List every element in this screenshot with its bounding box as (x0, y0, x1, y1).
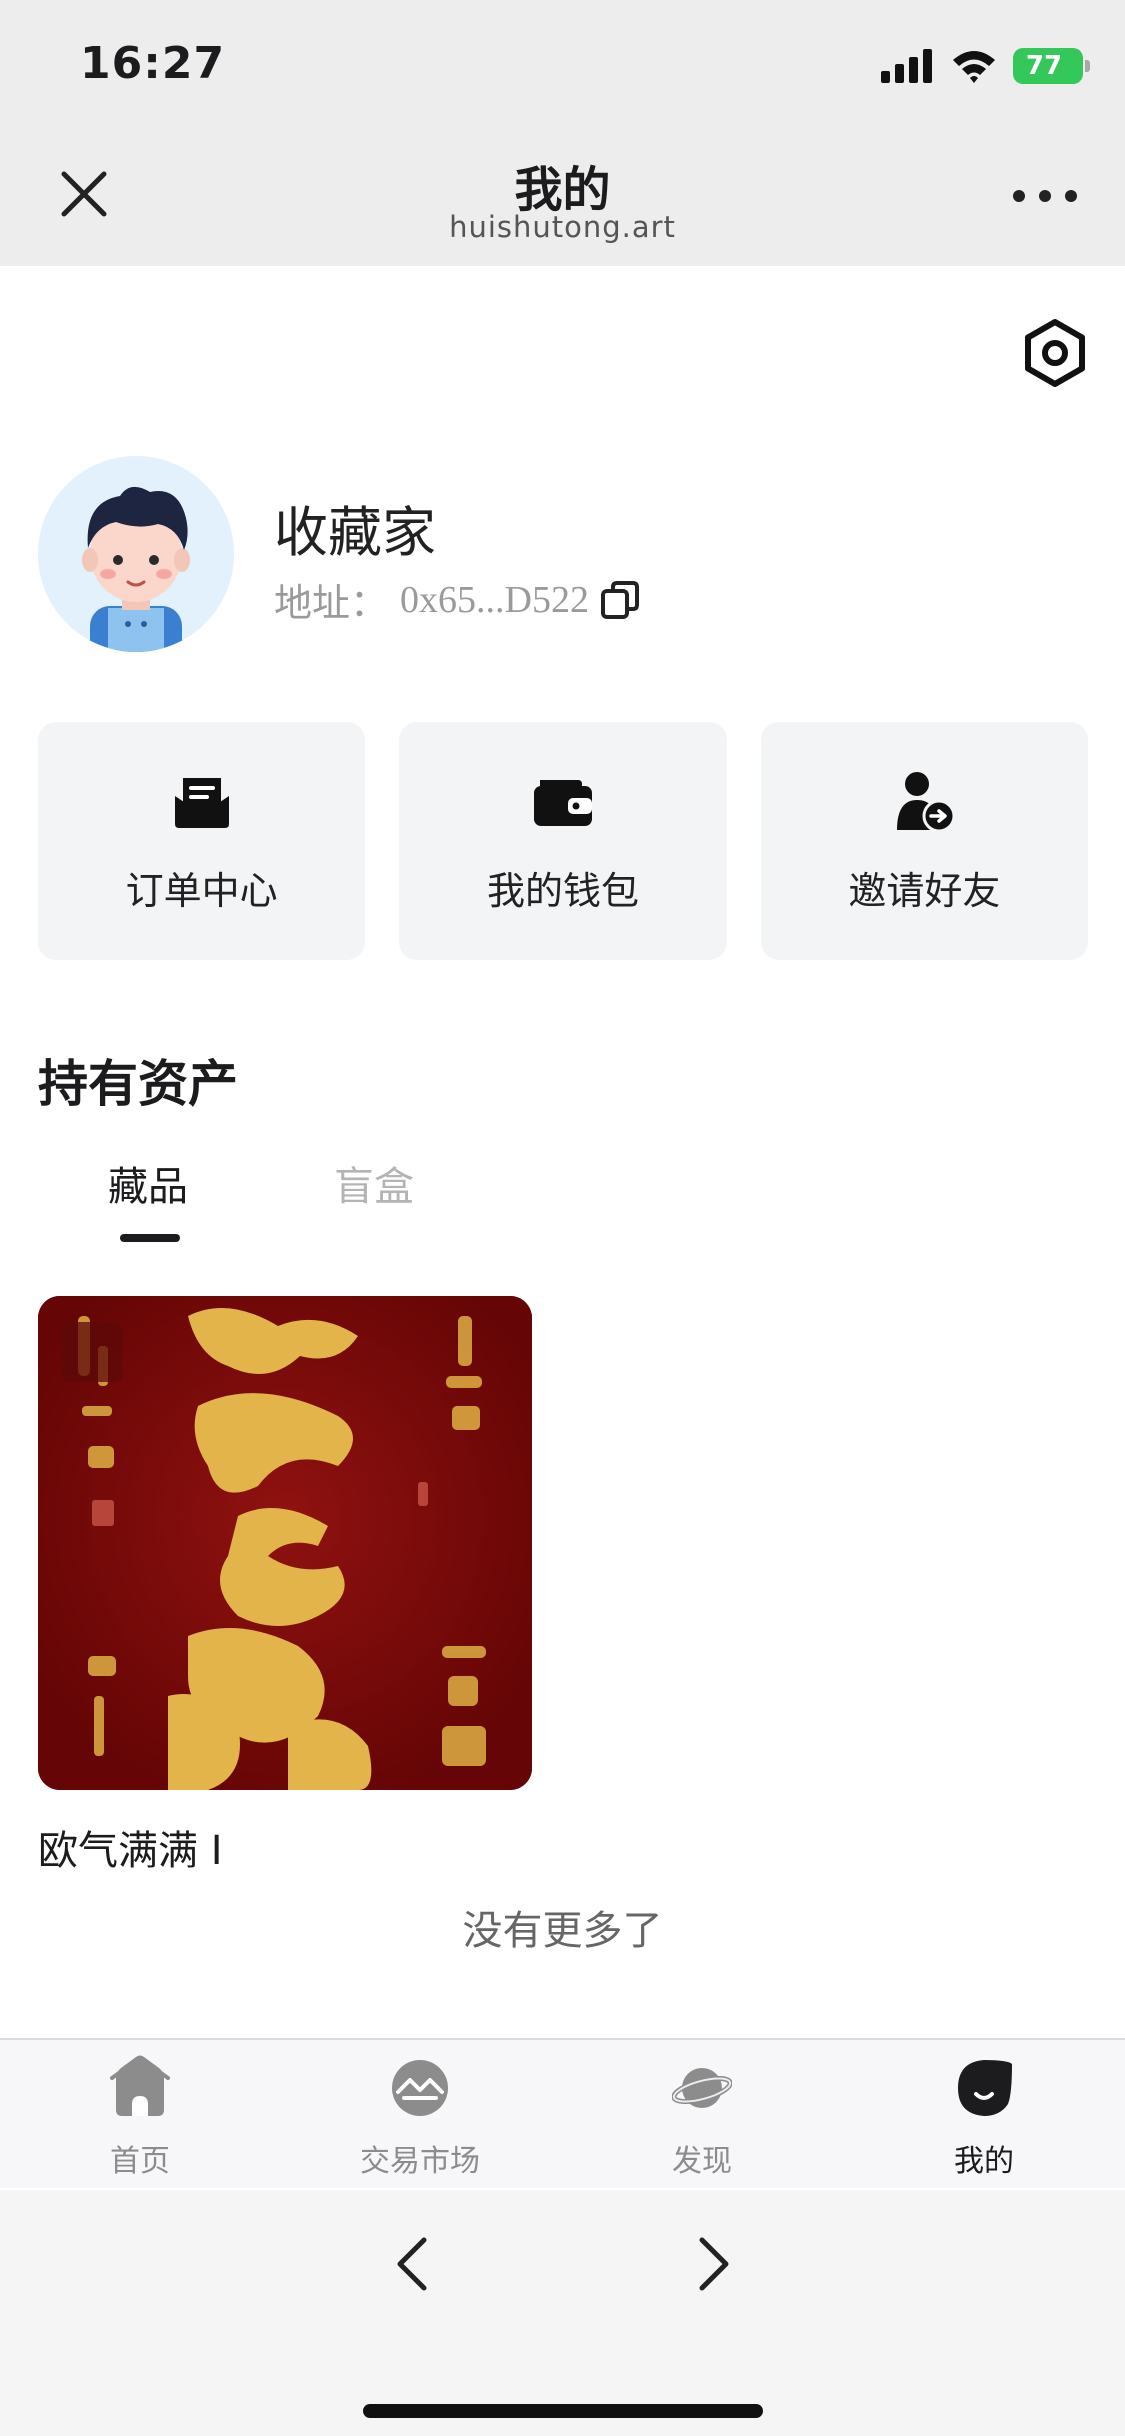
assets-section-title: 持有资产 (38, 1055, 238, 1113)
more-dot (1065, 190, 1077, 202)
home-icon (110, 2055, 170, 2116)
order-icon (174, 778, 229, 828)
calligraphy-artwork (38, 1296, 532, 1790)
home-indicator (363, 2404, 763, 2418)
more-dot (1039, 190, 1051, 202)
quick-actions: 订单中心 我的钱包 邀请好友 (38, 722, 1088, 960)
copy-icon[interactable] (599, 579, 641, 621)
battery-level: 77 (1025, 51, 1063, 81)
tab-collectibles[interactable]: 藏品 (108, 1154, 188, 1212)
top-header: 16:27 77 我的 huishutong.art (0, 0, 1125, 266)
cellular-signal-icon (881, 49, 932, 83)
forward-arrow-icon[interactable] (694, 2236, 734, 2292)
address-label: 地址： (274, 581, 389, 625)
tabbar-label: 交易市场 (360, 2144, 480, 2179)
action-label: 订单中心 (125, 869, 278, 913)
planet-icon (672, 2068, 732, 2108)
nickname: 收藏家 (274, 501, 436, 564)
address-value: 0x65...D522 (400, 578, 589, 621)
bottom-tab-bar: 首页 交易市场 发现 我的 (0, 2038, 1125, 2188)
invite-friends-card[interactable]: 邀请好友 (760, 722, 1088, 960)
active-tab-indicator (120, 1234, 180, 1242)
battery-indicator: 77 (1013, 48, 1090, 84)
tabbar-label: 发现 (672, 2144, 732, 2179)
wallet-icon (533, 780, 592, 826)
avatar[interactable] (38, 456, 234, 652)
tabbar-label: 我的 (954, 2144, 1014, 2179)
collectible-card-image[interactable] (38, 1296, 532, 1790)
avatar-illustration (82, 486, 190, 652)
market-icon (392, 2060, 448, 2116)
wallet-address: 地址： 0x65...D522 (274, 572, 641, 627)
page-domain: huishutong.art (449, 210, 676, 244)
tabbar-item-market[interactable]: 交易市场 (320, 2040, 520, 2190)
tabbar-item-mine[interactable]: 我的 (884, 2040, 1084, 2190)
status-icons: 77 (881, 44, 1090, 88)
mine-icon (958, 2060, 1012, 2116)
browser-navigation (0, 2190, 1125, 2436)
action-label: 邀请好友 (848, 869, 1001, 913)
tabbar-label: 首页 (110, 2144, 170, 2179)
order-center-card[interactable]: 订单中心 (38, 722, 366, 960)
collectible-name[interactable]: 欧气满满 I (38, 1818, 223, 1876)
tab-blind-boxes[interactable]: 盲盒 (334, 1154, 414, 1212)
wifi-icon (953, 51, 995, 83)
status-time: 16:27 (80, 38, 226, 89)
more-dot (1013, 190, 1025, 202)
action-label: 我的钱包 (486, 869, 639, 913)
more-dots-icon[interactable] (1013, 186, 1077, 206)
my-wallet-card[interactable]: 我的钱包 (399, 722, 727, 960)
no-more-text: 没有更多了 (462, 1908, 663, 1954)
tabbar-item-home[interactable]: 首页 (40, 2040, 240, 2190)
back-arrow-icon[interactable] (392, 2236, 432, 2292)
settings-icon[interactable] (1020, 318, 1090, 388)
invite-friend-icon (897, 772, 956, 832)
tabbar-item-discover[interactable]: 发现 (602, 2040, 802, 2190)
